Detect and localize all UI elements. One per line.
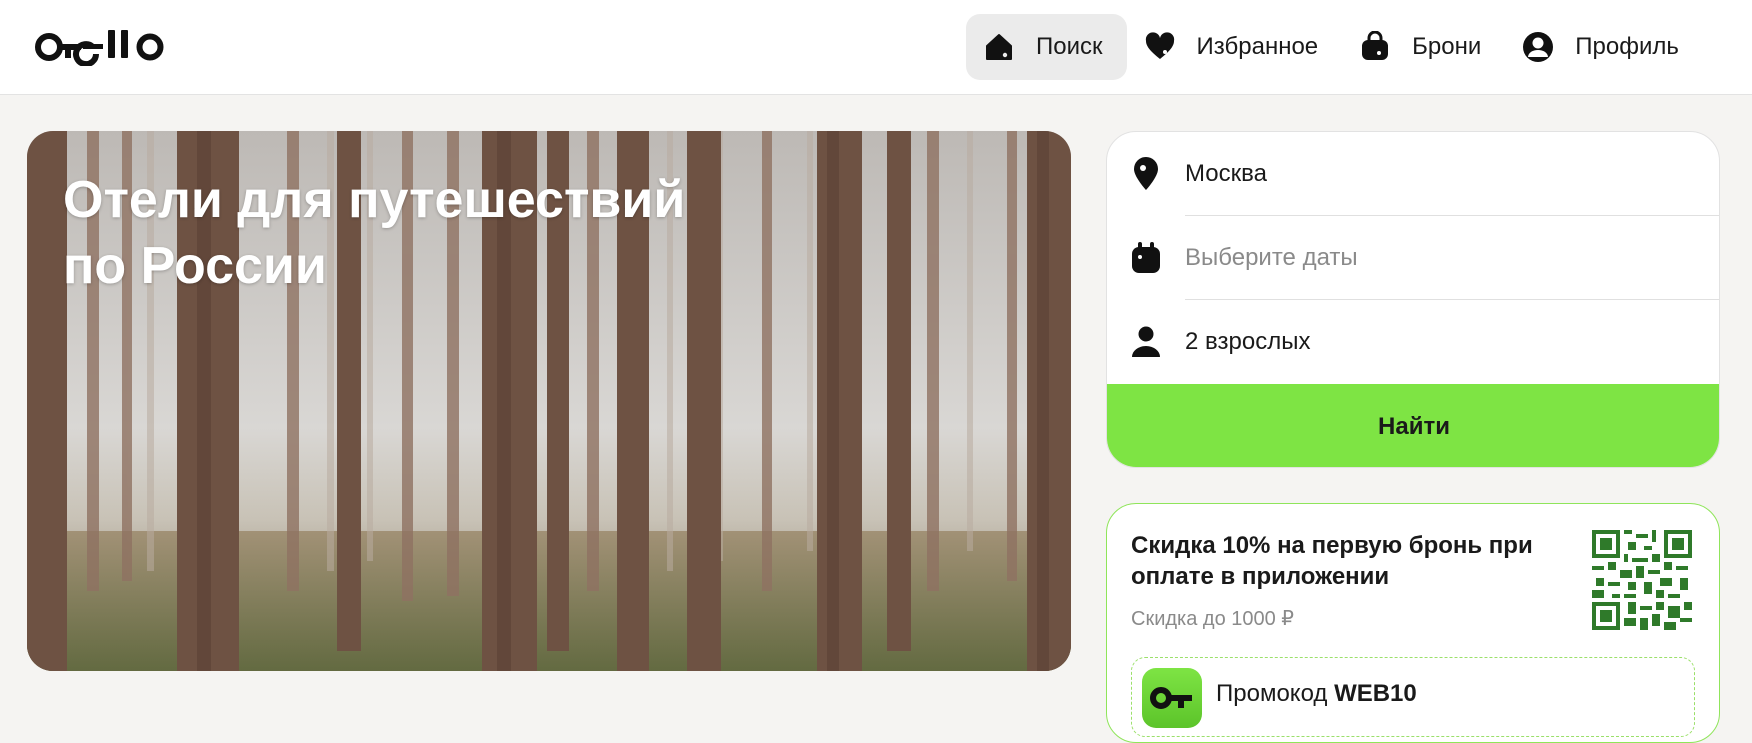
nav-item-favorites[interactable]: Избранное [1127,14,1343,80]
search-form: Москва Выберите даты 2 взрослых Найти [1106,131,1720,468]
promo-code-value: WEB10 [1334,680,1417,707]
main-nav: Поиск Избранное Брони Профиль [966,14,1703,80]
promo-title: Скидка 10% на первую бронь при оплате в … [1131,532,1533,590]
hero-title-line: Отели для путешествий [63,171,686,229]
nav-item-label: Избранное [1196,33,1319,60]
dates-field[interactable]: Выберите даты [1107,216,1719,300]
nav-item-profile[interactable]: Профиль [1505,14,1703,80]
nav-item-label: Профиль [1575,33,1679,60]
calendar-icon [1129,241,1163,275]
heart-icon [1143,30,1177,64]
promo-code-text: Промокод WEB10 [1216,680,1417,708]
nav-item-label: Брони [1412,33,1482,60]
user-icon [1521,30,1555,64]
promo-card: Скидка 10% на первую бронь при оплате в … [1106,503,1720,743]
key-icon [1142,668,1202,728]
promo-subtitle: Скидка до 1000 ₽ [1131,608,1295,630]
qr-code-icon[interactable] [1592,530,1692,630]
location-value: Москва [1185,160,1267,187]
person-icon [1129,325,1163,359]
bag-icon [1358,30,1392,64]
find-button[interactable]: Найти [1107,384,1719,467]
guests-field[interactable]: 2 взрослых [1107,300,1719,384]
nav-item-label: Поиск [1036,33,1103,60]
dates-placeholder: Выберите даты [1185,244,1358,271]
top-header: Поиск Избранное Брони Профиль [0,0,1752,95]
home-icon [982,30,1016,64]
guests-value: 2 взрослых [1185,328,1311,355]
promo-code-box[interactable]: Промокод WEB10 [1131,657,1695,737]
location-field[interactable]: Москва [1107,132,1719,216]
nav-item-bookings[interactable]: Брони [1342,14,1505,80]
hero-banner: Отели для путешествий по России [27,131,1071,671]
location-pin-icon [1129,157,1163,191]
nav-item-search[interactable]: Поиск [966,14,1127,80]
otello-logo[interactable] [35,26,175,68]
hero-title-line: по России [63,237,327,295]
hero-title: Отели для путешествий по России [63,167,763,299]
promo-code-label: Промокод [1216,680,1335,707]
